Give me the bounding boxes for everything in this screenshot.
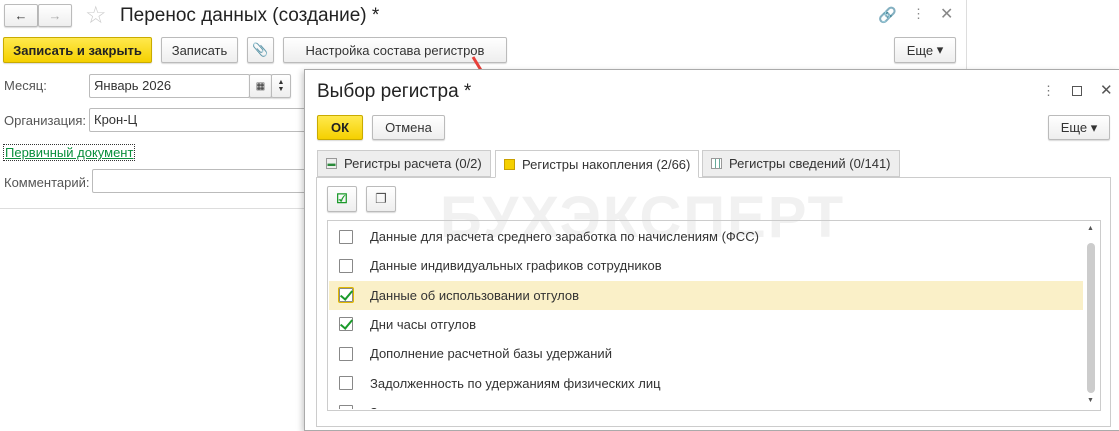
register-row[interactable]: Данные об использовании отгулов: [329, 280, 1083, 310]
register-checkbox[interactable]: [339, 376, 353, 390]
attach-button[interactable]: 📎: [247, 37, 274, 63]
close-icon[interactable]: ✕: [940, 4, 953, 24]
tab-accum-registers[interactable]: Регистры накопления (2/66): [495, 150, 700, 178]
save-button[interactable]: Записать: [161, 37, 238, 63]
register-row[interactable]: Дни часы отгулов: [329, 310, 1083, 339]
register-checkbox[interactable]: [338, 287, 354, 304]
page-title: Перенос данных (создание) *: [120, 5, 380, 26]
register-row[interactable]: Данные для расчета среднего заработка по…: [329, 222, 1083, 251]
register-label: Дни часы отгулов: [370, 316, 477, 332]
divider: [966, 0, 967, 70]
comment-label: Комментарий:: [4, 175, 90, 190]
register-checkbox[interactable]: [339, 317, 353, 332]
save-close-button[interactable]: Записать и закрыть: [3, 37, 152, 63]
check-all-button[interactable]: ☑: [327, 186, 357, 212]
check-all-icon: ☑: [336, 191, 348, 206]
dialog-title: Выбор регистра *: [317, 81, 472, 102]
more-label: Еще: [1060, 120, 1088, 135]
paperclip-icon: 📎: [252, 42, 269, 57]
register-row[interactable]: Зарплата к выплате: [329, 398, 1083, 409]
tab-calc-registers[interactable]: ▬ Регистры расчета (0/2): [317, 150, 491, 177]
tab-info-registers[interactable]: Регистры сведений (0/141): [702, 150, 900, 177]
register-checkbox[interactable]: [339, 229, 353, 244]
list-scrollbar[interactable]: ▲ ▼: [1084, 221, 1100, 410]
calendar-icon[interactable]: ▦: [249, 74, 272, 98]
accum-register-icon: [504, 158, 515, 170]
month-stepper[interactable]: ▲ ▼: [271, 74, 291, 98]
register-label: Зарплата к выплате: [370, 405, 491, 409]
register-label: Дополнение расчетной базы удержаний: [370, 346, 612, 362]
scroll-thumb[interactable]: [1087, 243, 1095, 393]
register-label: Данные для расчета среднего заработка по…: [370, 229, 759, 244]
tab-label: Регистры расчета (0/2): [344, 156, 482, 171]
more-button[interactable]: Еще ▾: [894, 37, 956, 63]
org-field[interactable]: Крон-Ц: [89, 108, 319, 132]
register-checkbox[interactable]: [339, 346, 353, 361]
cancel-button[interactable]: Отмена: [372, 115, 445, 140]
register-checkbox[interactable]: [339, 404, 353, 409]
month-label: Месяц:: [4, 78, 47, 93]
forward-button[interactable]: →: [38, 4, 72, 27]
comment-field[interactable]: [92, 169, 322, 193]
scroll-up-icon[interactable]: ▲: [1087, 225, 1094, 232]
register-row[interactable]: Дополнение расчетной базы удержаний: [329, 339, 1083, 368]
link-icon[interactable]: 🔗: [878, 6, 897, 24]
calc-register-icon: ▬: [326, 158, 337, 169]
divider: [0, 208, 305, 209]
month-field[interactable]: Январь 2026: [89, 74, 250, 98]
more-label: Еще: [906, 42, 934, 58]
dialog-more-button[interactable]: Еще ▾: [1048, 115, 1110, 140]
register-label: Данные индивидуальных графиков сотрудник…: [370, 258, 662, 274]
uncheck-all-icon: ❐: [375, 191, 387, 206]
scroll-down-icon[interactable]: ▼: [1087, 397, 1094, 404]
tab-label: Регистры сведений (0/141): [729, 156, 891, 171]
more-vert-icon[interactable]: ⋮: [912, 6, 925, 22]
register-row[interactable]: Задолженность по удержаниям физических л…: [329, 369, 1083, 398]
tab-label: Регистры накопления (2/66): [522, 156, 691, 172]
more-vert-icon[interactable]: ⋮: [1042, 83, 1055, 99]
star-icon[interactable]: ☆: [85, 1, 107, 30]
register-label: Данные об использовании отгулов: [370, 287, 580, 303]
uncheck-all-button[interactable]: ❐: [366, 186, 396, 212]
maximize-icon[interactable]: [1072, 86, 1082, 96]
ok-button[interactable]: ОК: [317, 115, 363, 140]
register-checkbox[interactable]: [339, 258, 353, 273]
primary-doc-link[interactable]: Первичный документ: [3, 144, 136, 161]
register-row[interactable]: Данные индивидуальных графиков сотрудник…: [329, 251, 1083, 280]
register-label: Задолженность по удержаниям физических л…: [370, 375, 661, 391]
back-button[interactable]: ←: [4, 4, 38, 27]
org-label: Организация:: [4, 113, 87, 128]
close-icon[interactable]: ✕: [1100, 81, 1113, 99]
info-register-icon: [711, 158, 722, 169]
